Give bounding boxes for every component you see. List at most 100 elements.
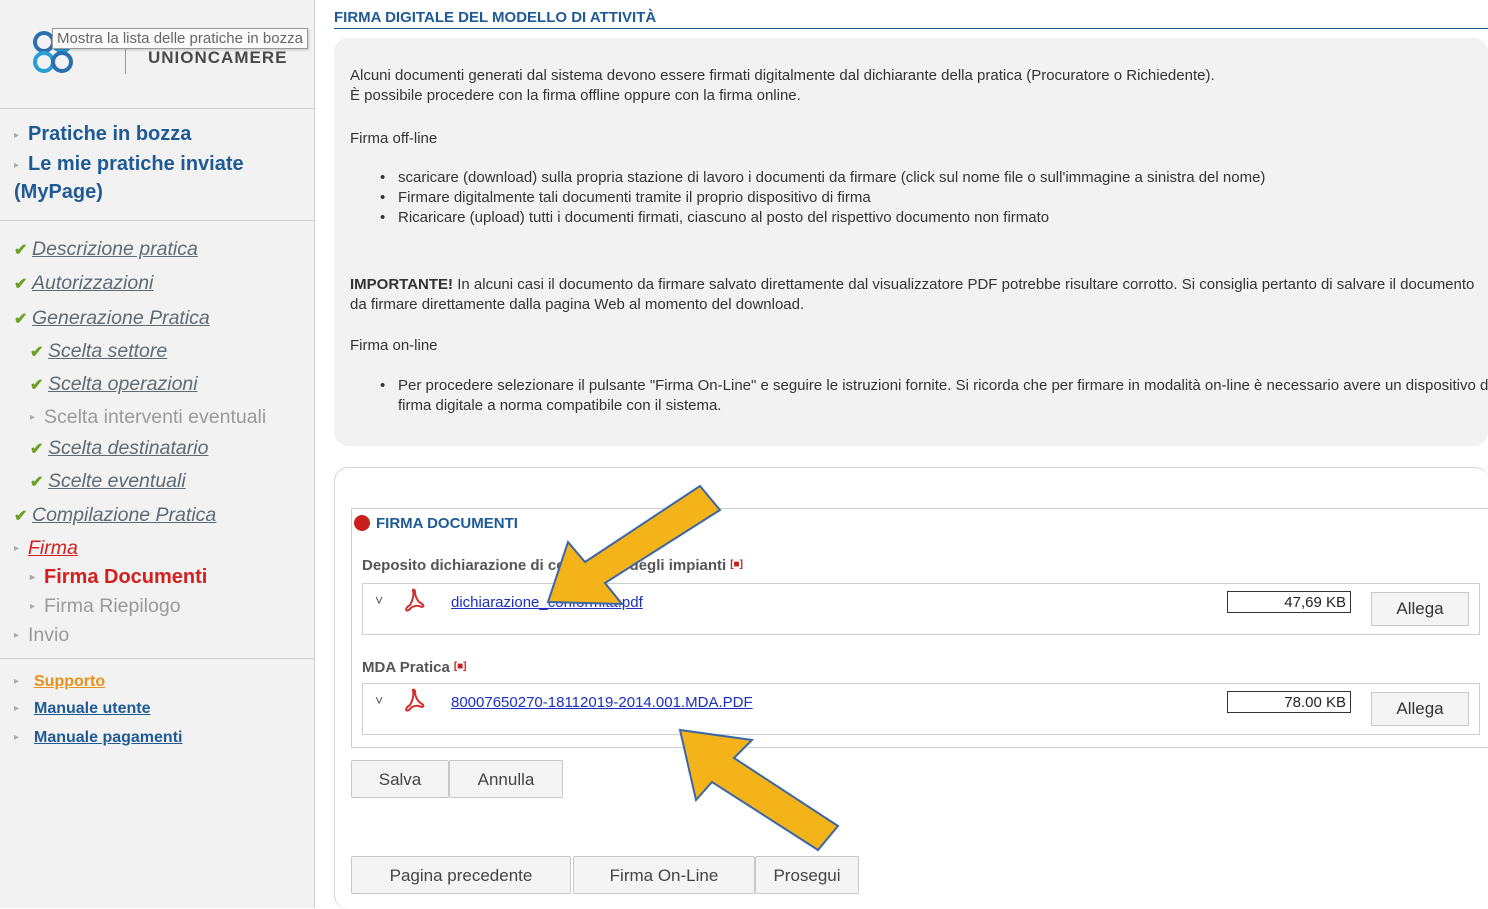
step-label[interactable]: Compilazione Pratica bbox=[32, 504, 216, 526]
nav-mie-pratiche[interactable]: ▸ Le mie pratiche inviate (MyPage) bbox=[14, 151, 294, 205]
offline-heading: Firma off-line bbox=[350, 130, 438, 147]
link-manuale-utente-label[interactable]: Manuale utente bbox=[34, 700, 150, 717]
file-link[interactable]: dichiarazione_conformita.pdf bbox=[451, 594, 643, 611]
pdf-icon[interactable] bbox=[403, 688, 425, 714]
step-label[interactable]: Descrizione pratica bbox=[32, 238, 198, 260]
file-row: ˅ 80007650270-18112019-2014.001.MDA.PDF … bbox=[362, 683, 1480, 735]
group-label-text: MDA Pratica bbox=[362, 659, 450, 676]
check-icon: ✔ bbox=[14, 508, 28, 525]
step-label: Firma Riepilogo bbox=[44, 595, 181, 617]
step-label[interactable]: Scelte eventuali bbox=[48, 470, 186, 492]
group-label-dichiarazione: Deposito dichiarazione di conformità deg… bbox=[362, 557, 743, 574]
sidebar: UNIONCAMERE ▸ Pratiche in bozza ▸ Le mie p… bbox=[0, 0, 315, 908]
file-size: 47,69 KB bbox=[1227, 591, 1351, 613]
nav-mie-pratiche-label: Le mie pratiche inviate (MyPage) bbox=[14, 153, 244, 203]
step-label[interactable]: Scelta destinatario bbox=[48, 437, 208, 459]
firma-online-button[interactable]: Firma On-Line bbox=[573, 856, 755, 894]
bullet-triangle-icon: ▸ bbox=[14, 630, 20, 641]
nav-pratiche-bozza[interactable]: ▸ Pratiche in bozza bbox=[14, 121, 191, 149]
info-panel: Alcuni documenti generati dal sistema de… bbox=[334, 38, 1488, 446]
group-label-mda: MDA Pratica [■] bbox=[362, 659, 467, 676]
save-button[interactable]: Salva bbox=[351, 760, 449, 798]
bullet-triangle-icon: ▸ bbox=[14, 160, 20, 171]
important-note: IMPORTANTE! In alcuni casi il documento … bbox=[350, 275, 1486, 315]
pdf-icon[interactable] bbox=[403, 588, 425, 614]
bullet-triangle-icon: ▸ bbox=[30, 601, 36, 612]
link-supporto-label[interactable]: Supporto bbox=[34, 673, 105, 690]
check-icon: ✔ bbox=[14, 276, 28, 293]
documents-section: FIRMA DOCUMENTI Deposito dichiarazione d… bbox=[334, 467, 1488, 909]
offline-list: scaricare (download) sulla propria stazi… bbox=[380, 168, 1480, 228]
step-scelte-eventuali[interactable]: ✔ Scelte eventuali bbox=[30, 469, 186, 495]
step-generazione-pratica[interactable]: ✔ Generazione Pratica bbox=[14, 306, 210, 332]
step-label[interactable]: Scelta settore bbox=[48, 340, 167, 362]
step-label[interactable]: Scelta operazioni bbox=[48, 373, 198, 395]
check-icon: ✔ bbox=[14, 311, 28, 328]
attach-button[interactable]: Allega bbox=[1371, 692, 1469, 726]
step-compilazione-pratica[interactable]: ✔ Compilazione Pratica bbox=[14, 503, 216, 529]
firma-documenti-heading: FIRMA DOCUMENTI bbox=[354, 515, 518, 532]
step-scelta-operazioni[interactable]: ✔ Scelta operazioni bbox=[30, 372, 198, 398]
offline-item: Firmare digitalmente tali documenti tram… bbox=[380, 188, 1480, 208]
step-autorizzazioni[interactable]: ✔ Autorizzazioni bbox=[14, 271, 153, 297]
flag-icon: [■] bbox=[453, 661, 467, 672]
step-label[interactable]: Generazione Pratica bbox=[32, 307, 210, 329]
group-label-text: Deposito dichiarazione di conformità deg… bbox=[362, 557, 727, 574]
step-scelta-interventi: ▸ Scelta interventi eventuali bbox=[30, 405, 266, 430]
bullet-triangle-icon: ▸ bbox=[14, 543, 20, 554]
file-link[interactable]: 80007650270-18112019-2014.001.MDA.PDF bbox=[451, 694, 753, 711]
offline-item: scaricare (download) sulla propria stazi… bbox=[380, 168, 1458, 188]
step-firma-riepilogo: ▸ Firma Riepilogo bbox=[30, 594, 181, 619]
file-size: 78.00 KB bbox=[1227, 691, 1351, 713]
bullet-triangle-icon: ▸ bbox=[14, 676, 20, 687]
step-firma-documenti: ▸ Firma Documenti bbox=[30, 565, 207, 590]
intro-line-1: Alcuni documenti generati dal sistema de… bbox=[350, 67, 1215, 84]
cancel-button[interactable]: Annulla bbox=[449, 760, 563, 798]
offline-item: Ricaricare (upload) tutti i documenti fi… bbox=[380, 208, 1480, 228]
step-label: Scelta interventi eventuali bbox=[44, 406, 267, 428]
record-dot-icon bbox=[354, 515, 370, 531]
step-label[interactable]: Autorizzazioni bbox=[32, 272, 153, 294]
link-manuale-utente[interactable]: ▸ Manuale utente bbox=[14, 698, 150, 720]
online-heading: Firma on-line bbox=[350, 337, 438, 354]
divider bbox=[0, 108, 314, 109]
bullet-triangle-icon: ▸ bbox=[30, 412, 36, 423]
important-label: IMPORTANTE! bbox=[350, 276, 454, 293]
step-scelta-settore[interactable]: ✔ Scelta settore bbox=[30, 339, 167, 365]
step-label[interactable]: Firma bbox=[28, 537, 78, 559]
file-row: ˅ dichiarazione_conformita.pdf 47,69 KB … bbox=[362, 583, 1480, 635]
check-icon: ✔ bbox=[30, 474, 44, 491]
step-firma[interactable]: ▸ Firma bbox=[14, 536, 78, 561]
bullet-triangle-icon: ▸ bbox=[14, 703, 20, 714]
bullet-triangle-icon: ▸ bbox=[14, 732, 20, 743]
firma-documenti-heading-label: FIRMA DOCUMENTI bbox=[376, 515, 518, 532]
chevron-down-icon[interactable]: ˅ bbox=[375, 592, 383, 608]
check-icon: ✔ bbox=[30, 344, 44, 361]
intro-line-2: È possibile procedere con la firma offli… bbox=[350, 87, 801, 104]
check-icon: ✔ bbox=[14, 242, 28, 259]
logo-text: UNIONCAMERE bbox=[148, 48, 288, 67]
bullet-triangle-icon: ▸ bbox=[30, 572, 36, 583]
previous-page-button[interactable]: Pagina precedente bbox=[351, 856, 571, 894]
step-label: Invio bbox=[28, 624, 70, 646]
divider bbox=[0, 220, 314, 221]
flag-icon: [■] bbox=[730, 559, 743, 570]
link-manuale-pagamenti[interactable]: ▸ Manuale pagamenti bbox=[14, 727, 182, 749]
check-icon: ✔ bbox=[30, 377, 44, 394]
attach-button[interactable]: Allega bbox=[1371, 592, 1469, 626]
firma-documenti-panel: FIRMA DOCUMENTI Deposito dichiarazione d… bbox=[351, 508, 1488, 748]
chevron-down-icon[interactable]: ˅ bbox=[375, 692, 383, 708]
link-supporto[interactable]: ▸ Supporto bbox=[14, 671, 105, 693]
step-descrizione-pratica[interactable]: ✔ Descrizione pratica bbox=[14, 237, 198, 263]
nav-pratiche-bozza-label: Pratiche in bozza bbox=[28, 123, 192, 145]
link-manuale-pagamenti-label[interactable]: Manuale pagamenti bbox=[34, 729, 182, 746]
step-scelta-destinatario[interactable]: ✔ Scelta destinatario bbox=[30, 436, 208, 462]
tooltip: Mostra la lista delle pratiche in bozza bbox=[52, 28, 308, 49]
important-text: In alcuni casi il documento da firmare s… bbox=[350, 276, 1475, 313]
page-title: FIRMA DIGITALE DEL MODELLO DI ATTIVITÀ bbox=[334, 9, 1488, 29]
online-item: Per procedere selezionare il pulsante "F… bbox=[380, 376, 1488, 416]
bullet-triangle-icon: ▸ bbox=[14, 130, 20, 141]
next-button[interactable]: Prosegui bbox=[755, 856, 859, 894]
step-invio: ▸ Invio bbox=[14, 623, 69, 648]
check-icon: ✔ bbox=[30, 441, 44, 458]
